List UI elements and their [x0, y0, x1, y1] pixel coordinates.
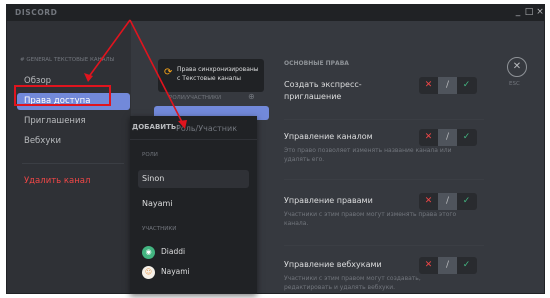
- sync-notice: ⟳ Права синхронизированы с Текстовые кан…: [158, 59, 264, 92]
- divider: [284, 245, 484, 246]
- role-option-nayami[interactable]: Nayami: [138, 195, 249, 213]
- neutral-icon[interactable]: /: [438, 129, 457, 146]
- sidebar-channel-header: # GENERAL ТЕКСТОВЫЕ КАНАЛЫ: [20, 57, 115, 63]
- permission-toggle: ✕ / ✓: [419, 193, 477, 210]
- discord-avatar-icon: ◉: [142, 246, 155, 259]
- sync-text: Права синхронизированы с Текстовые канал…: [177, 66, 259, 82]
- character-avatar-icon: ☺: [142, 266, 155, 279]
- deny-icon[interactable]: ✕: [419, 257, 438, 274]
- neutral-icon[interactable]: /: [438, 77, 457, 94]
- close-circle-icon[interactable]: ✕: [507, 57, 527, 77]
- neutral-icon[interactable]: /: [438, 257, 457, 274]
- permissions-section-title: ОСНОВНЫЕ ПРАВА: [284, 60, 349, 67]
- delete-channel-button[interactable]: Удалить канал: [17, 173, 130, 190]
- role-option-sinon[interactable]: Sinon: [138, 170, 249, 188]
- settings-sidebar: # GENERAL ТЕКСТОВЫЕ КАНАЛЫ Обзор Права д…: [7, 21, 131, 293]
- plus-circle-icon[interactable]: ⊕: [248, 92, 255, 101]
- allow-icon[interactable]: ✓: [457, 77, 476, 94]
- permission-name: Управление правами: [284, 196, 373, 205]
- permission-description: Это право позволяет изменять название ка…: [284, 147, 452, 163]
- allow-icon[interactable]: ✓: [457, 193, 476, 210]
- member-name: Diaddi: [161, 247, 186, 256]
- permission-name: Управление вебхуками: [284, 260, 382, 269]
- permission-toggle: ✕ / ✓: [419, 129, 477, 146]
- permission-name: Создать экспресс-приглашение: [284, 80, 362, 101]
- deny-icon[interactable]: ✕: [419, 193, 438, 210]
- sidebar-item-overview[interactable]: Обзор: [17, 73, 130, 90]
- permission-toggle: ✕ / ✓: [419, 257, 477, 274]
- divider: [284, 119, 484, 120]
- add-label: ДОБАВИТЬ:: [132, 123, 180, 131]
- sidebar-item-invites[interactable]: Приглашения: [17, 113, 130, 130]
- neutral-icon[interactable]: /: [438, 193, 457, 210]
- roles-members-header: РОЛИ/УЧАСТНИКИ: [169, 95, 222, 101]
- discord-window: DISCORD _ □ × # GENERAL ТЕКСТОВЫЕ КАНАЛЫ…: [6, 4, 545, 294]
- esc-label: ESC: [509, 81, 520, 87]
- roles-header: РОЛИ: [142, 152, 158, 158]
- member-name: Nayami: [161, 267, 190, 276]
- deny-icon[interactable]: ✕: [419, 129, 438, 146]
- deny-icon[interactable]: ✕: [419, 77, 438, 94]
- sidebar-divider: [22, 163, 124, 164]
- member-option-diaddi[interactable]: ◉ Diaddi: [138, 244, 249, 262]
- permission-description: Участники с этим правом могут изменять п…: [284, 211, 457, 227]
- divider: [284, 179, 484, 180]
- sidebar-item-permissions[interactable]: Права доступа: [17, 93, 130, 110]
- add-role-popup: ДОБАВИТЬ: РОЛИ Sinon Nayami УЧАСТНИКИ ◉ …: [130, 116, 257, 294]
- add-role-row: ДОБАВИТЬ:: [130, 116, 257, 140]
- member-option-nayami[interactable]: ☺ Nayami: [138, 264, 249, 282]
- members-header: УЧАСТНИКИ: [142, 226, 177, 232]
- close-icon[interactable]: ×: [534, 6, 544, 19]
- permission-description: Участники с этим правом могут создавать,…: [284, 275, 421, 291]
- sidebar-item-webhooks[interactable]: Вебхуки: [17, 133, 130, 150]
- sync-icon: ⟳: [164, 67, 173, 78]
- allow-icon[interactable]: ✓: [457, 257, 476, 274]
- role-member-search-input[interactable]: [176, 119, 254, 137]
- permissions-panel: ОСНОВНЫЕ ПРАВА Создать экспресс-приглаше…: [271, 21, 500, 293]
- permission-toggle: ✕ / ✓: [419, 77, 477, 94]
- permission-name: Управление каналом: [284, 132, 373, 141]
- title-bar: DISCORD _ □ ×: [7, 5, 544, 21]
- allow-icon[interactable]: ✓: [457, 129, 476, 146]
- app-title: DISCORD: [15, 8, 58, 17]
